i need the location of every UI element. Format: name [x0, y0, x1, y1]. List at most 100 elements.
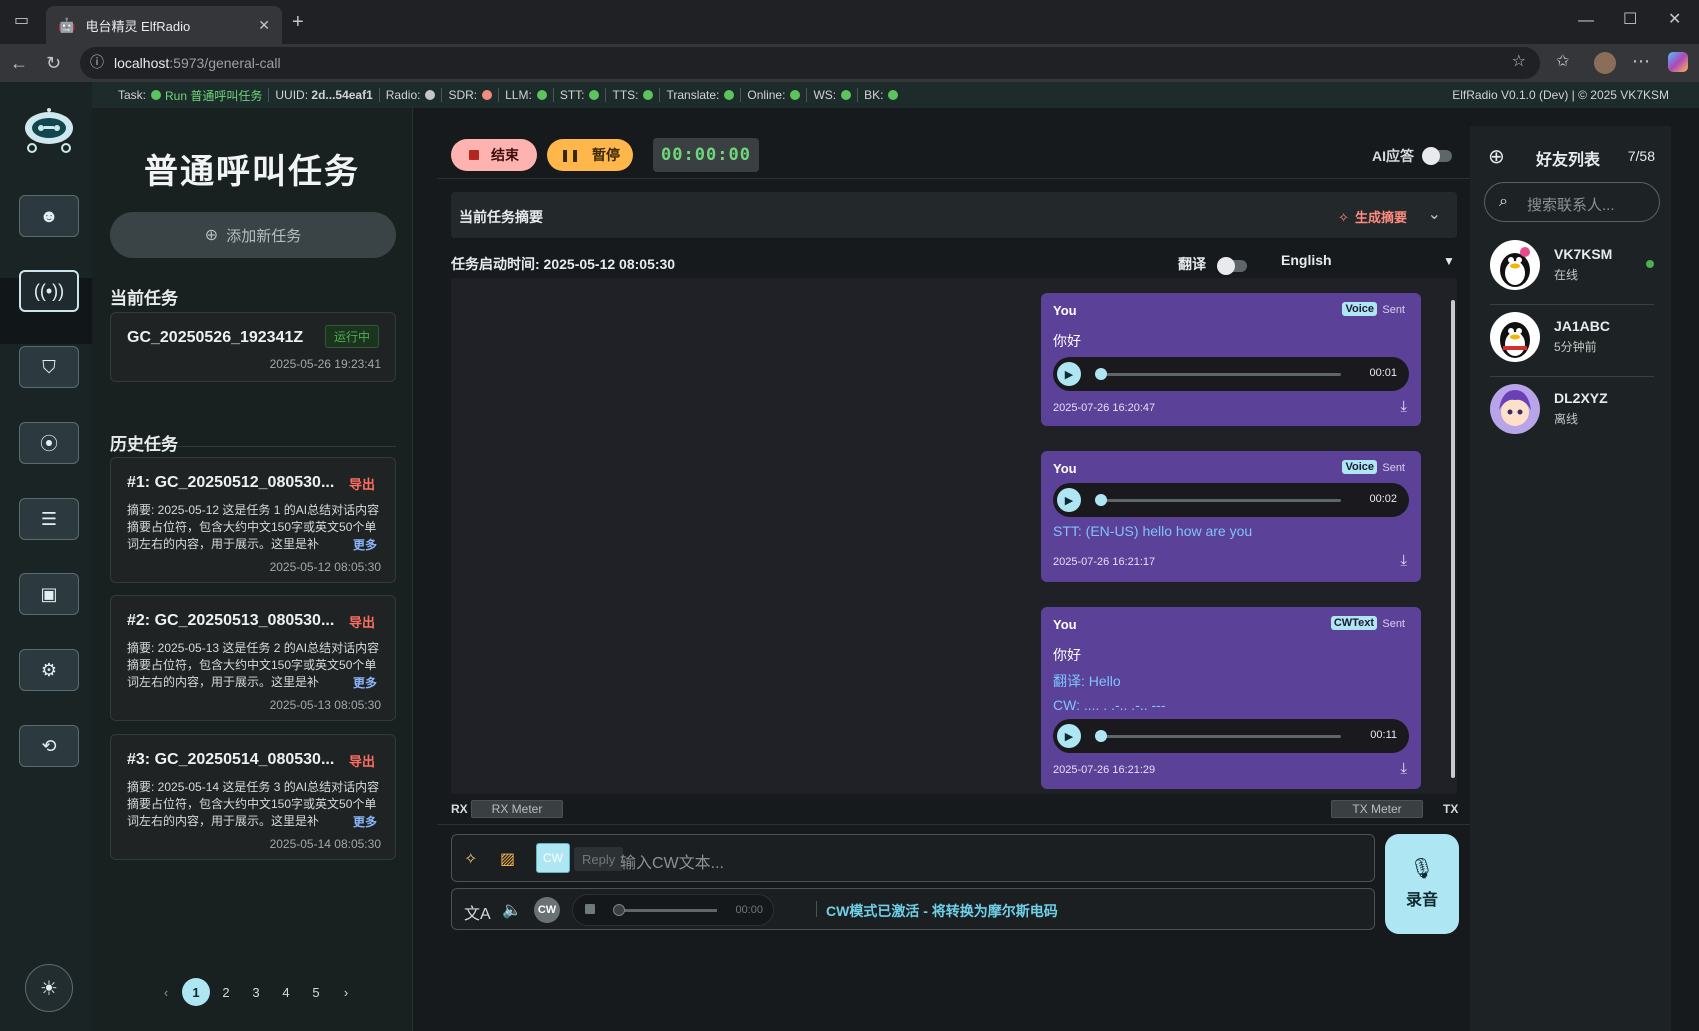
- cw-mode-toggle[interactable]: CW: [536, 843, 570, 873]
- image-icon[interactable]: ▨: [500, 849, 515, 869]
- friend-search-input[interactable]: ⌕ 搜索联系人...: [1484, 182, 1660, 222]
- audio-progress-track[interactable]: [1101, 735, 1341, 738]
- nav-general-call-button[interactable]: ((•)): [19, 270, 79, 312]
- nav-restore-button[interactable]: ⟲: [19, 725, 79, 767]
- history-task-name: #2: GC_20250513_080530...: [127, 612, 335, 629]
- play-icon[interactable]: ▶: [1057, 724, 1081, 748]
- copilot-icon[interactable]: [1668, 52, 1688, 72]
- download-icon[interactable]: ⤓: [1400, 760, 1407, 777]
- status-indicator-dot: [589, 90, 600, 100]
- site-info-icon[interactable]: ⓘ: [90, 55, 104, 69]
- generate-summary-button[interactable]: ✧ 生成摘要: [1338, 207, 1407, 226]
- profile-avatar[interactable]: [1594, 52, 1616, 74]
- ai-reply-label: AI应答: [1372, 148, 1414, 164]
- ai-reply-toggle[interactable]: [1422, 147, 1452, 165]
- nav-security-button[interactable]: ⛉: [19, 346, 79, 388]
- history-task-card[interactable]: #1: GC_20250512_080530... 导出 摘要: 2025-05…: [110, 457, 396, 583]
- composer-divider: [437, 824, 1471, 825]
- audio-progress-knob[interactable]: [1095, 368, 1107, 380]
- friend-item[interactable]: JA1ABC 5分钟前: [1490, 306, 1654, 370]
- pagination-prev-icon[interactable]: ‹: [152, 978, 180, 1006]
- play-icon[interactable]: ▶: [1057, 362, 1081, 386]
- address-bar[interactable]: ⓘ localhost:5973/general-call ☆: [80, 47, 1540, 79]
- reload-icon[interactable]: ↻: [46, 54, 61, 72]
- pause-button[interactable]: ❚❚ 暂停: [547, 139, 633, 171]
- chat-message: You CWText Sent 你好 翻译: Hello CW: .... . …: [1041, 607, 1421, 789]
- maximize-icon[interactable]: ☐: [1623, 12, 1637, 28]
- cw-progress-knob[interactable]: [613, 904, 625, 916]
- chat-message: You Voice Sent ▶ 00:02 STT: (EN-US) hell…: [1041, 451, 1421, 582]
- nav-contacts-button[interactable]: ▣: [19, 573, 79, 615]
- close-window-icon[interactable]: ✕: [1668, 12, 1681, 28]
- page-button[interactable]: 4: [272, 978, 300, 1006]
- download-icon[interactable]: ⤓: [1400, 552, 1407, 569]
- more-link[interactable]: 更多: [351, 813, 378, 830]
- friend-item[interactable]: DL2XYZ 离线: [1490, 378, 1654, 442]
- friend-item[interactable]: VK7KSM 在线: [1490, 234, 1654, 298]
- record-button[interactable]: 🎙 录音: [1385, 834, 1459, 934]
- audio-progress-knob[interactable]: [1095, 730, 1107, 742]
- ai-sparkle-icon[interactable]: ✧: [464, 849, 477, 869]
- new-tab-icon[interactable]: +: [292, 12, 304, 32]
- status-task-label: Task:: [118, 88, 147, 102]
- export-button[interactable]: 导出: [349, 612, 375, 631]
- history-task-card[interactable]: #2: GC_20250513_080530... 导出 摘要: 2025-05…: [110, 595, 396, 721]
- history-heading: 历史任务: [110, 435, 178, 454]
- status-indicator: SDR:: [448, 88, 493, 102]
- reply-chip[interactable]: Reply: [574, 847, 624, 871]
- cw-playback-button[interactable]: CW: [534, 897, 560, 923]
- page-button[interactable]: 1: [182, 978, 210, 1006]
- nav-server-button[interactable]: ☰: [19, 498, 79, 540]
- cw-audio-player: 00:00: [572, 894, 774, 926]
- back-icon[interactable]: ←: [10, 54, 28, 72]
- page-button[interactable]: 2: [212, 978, 240, 1006]
- task-summary-bar[interactable]: 当前任务摘要 ✧ 生成摘要 ⌄: [451, 192, 1457, 238]
- favorites-icon[interactable]: ✩: [1556, 54, 1569, 70]
- cw-audio-duration: 00:00: [735, 904, 763, 916]
- export-button[interactable]: 导出: [349, 751, 375, 770]
- audio-progress-track[interactable]: [1101, 373, 1341, 376]
- pagination-next-icon[interactable]: ›: [332, 978, 360, 1006]
- export-button[interactable]: 导出: [349, 474, 375, 493]
- chat-log[interactable]: You Voice Sent 你好 ▶ 00:01 2025-07-26 16:…: [451, 278, 1457, 794]
- stop-icon[interactable]: [585, 904, 595, 914]
- close-tab-icon[interactable]: ✕: [258, 17, 270, 34]
- chat-scrollbar[interactable]: [1451, 290, 1457, 796]
- download-icon[interactable]: ⤓: [1400, 398, 1407, 415]
- audio-progress-knob[interactable]: [1095, 494, 1107, 506]
- nav-settings-button[interactable]: ⚙: [19, 649, 79, 691]
- message-composer: ✧ ▨ CW Reply 输入CW文本...: [451, 834, 1375, 882]
- minimize-icon[interactable]: —: [1578, 13, 1594, 29]
- nav-robot-button[interactable]: ☻: [19, 195, 79, 237]
- add-task-button[interactable]: ⊕ 添加新任务: [110, 212, 396, 258]
- chevron-down-icon[interactable]: ⌄: [1428, 204, 1441, 224]
- translate-icon[interactable]: 文A: [464, 900, 491, 924]
- more-link[interactable]: 更多: [351, 536, 378, 553]
- current-task-card[interactable]: GC_20250526_192341Z 运行中 2025-05-26 19:23…: [110, 312, 396, 382]
- theme-toggle-button[interactable]: ☀: [25, 964, 73, 1012]
- app-version: ElfRadio V0.1.0 (Dev) | © 2025 VK7KSM: [1452, 88, 1669, 102]
- more-menu-icon[interactable]: ⋯: [1632, 52, 1650, 70]
- page-button[interactable]: 3: [242, 978, 270, 1006]
- cw-progress-track[interactable]: [617, 909, 717, 912]
- play-icon[interactable]: ▶: [1057, 488, 1081, 512]
- more-link[interactable]: 更多: [351, 674, 378, 691]
- page-button[interactable]: 5: [302, 978, 330, 1006]
- speaker-icon[interactable]: 🔈: [502, 900, 522, 920]
- scrollbar-thumb[interactable]: [1451, 300, 1455, 778]
- audio-progress-track[interactable]: [1101, 499, 1341, 502]
- add-friend-icon[interactable]: ⊕: [1488, 144, 1505, 169]
- message-time: 2025-07-26 16:20:47: [1053, 402, 1156, 414]
- language-select[interactable]: English: [1281, 252, 1332, 268]
- history-task-card[interactable]: #3: GC_20250514_080530... 导出 摘要: 2025-05…: [110, 734, 396, 860]
- message-time: 2025-07-26 16:21:17: [1053, 556, 1156, 568]
- browser-tab[interactable]: 🤖 电台精灵 ElfRadio ✕: [46, 6, 282, 44]
- friends-title: 好友列表: [1536, 152, 1601, 169]
- end-button[interactable]: 结束: [451, 139, 537, 171]
- caret-down-icon[interactable]: ▼: [1443, 254, 1455, 268]
- translate-toggle[interactable]: [1217, 257, 1247, 275]
- cw-text-input[interactable]: 输入CW文本...: [620, 849, 724, 873]
- tab-actions-icon[interactable]: ▭: [14, 13, 29, 29]
- nav-antenna-button[interactable]: ⦿: [19, 422, 79, 464]
- bookmark-star-icon[interactable]: ☆: [1512, 54, 1526, 70]
